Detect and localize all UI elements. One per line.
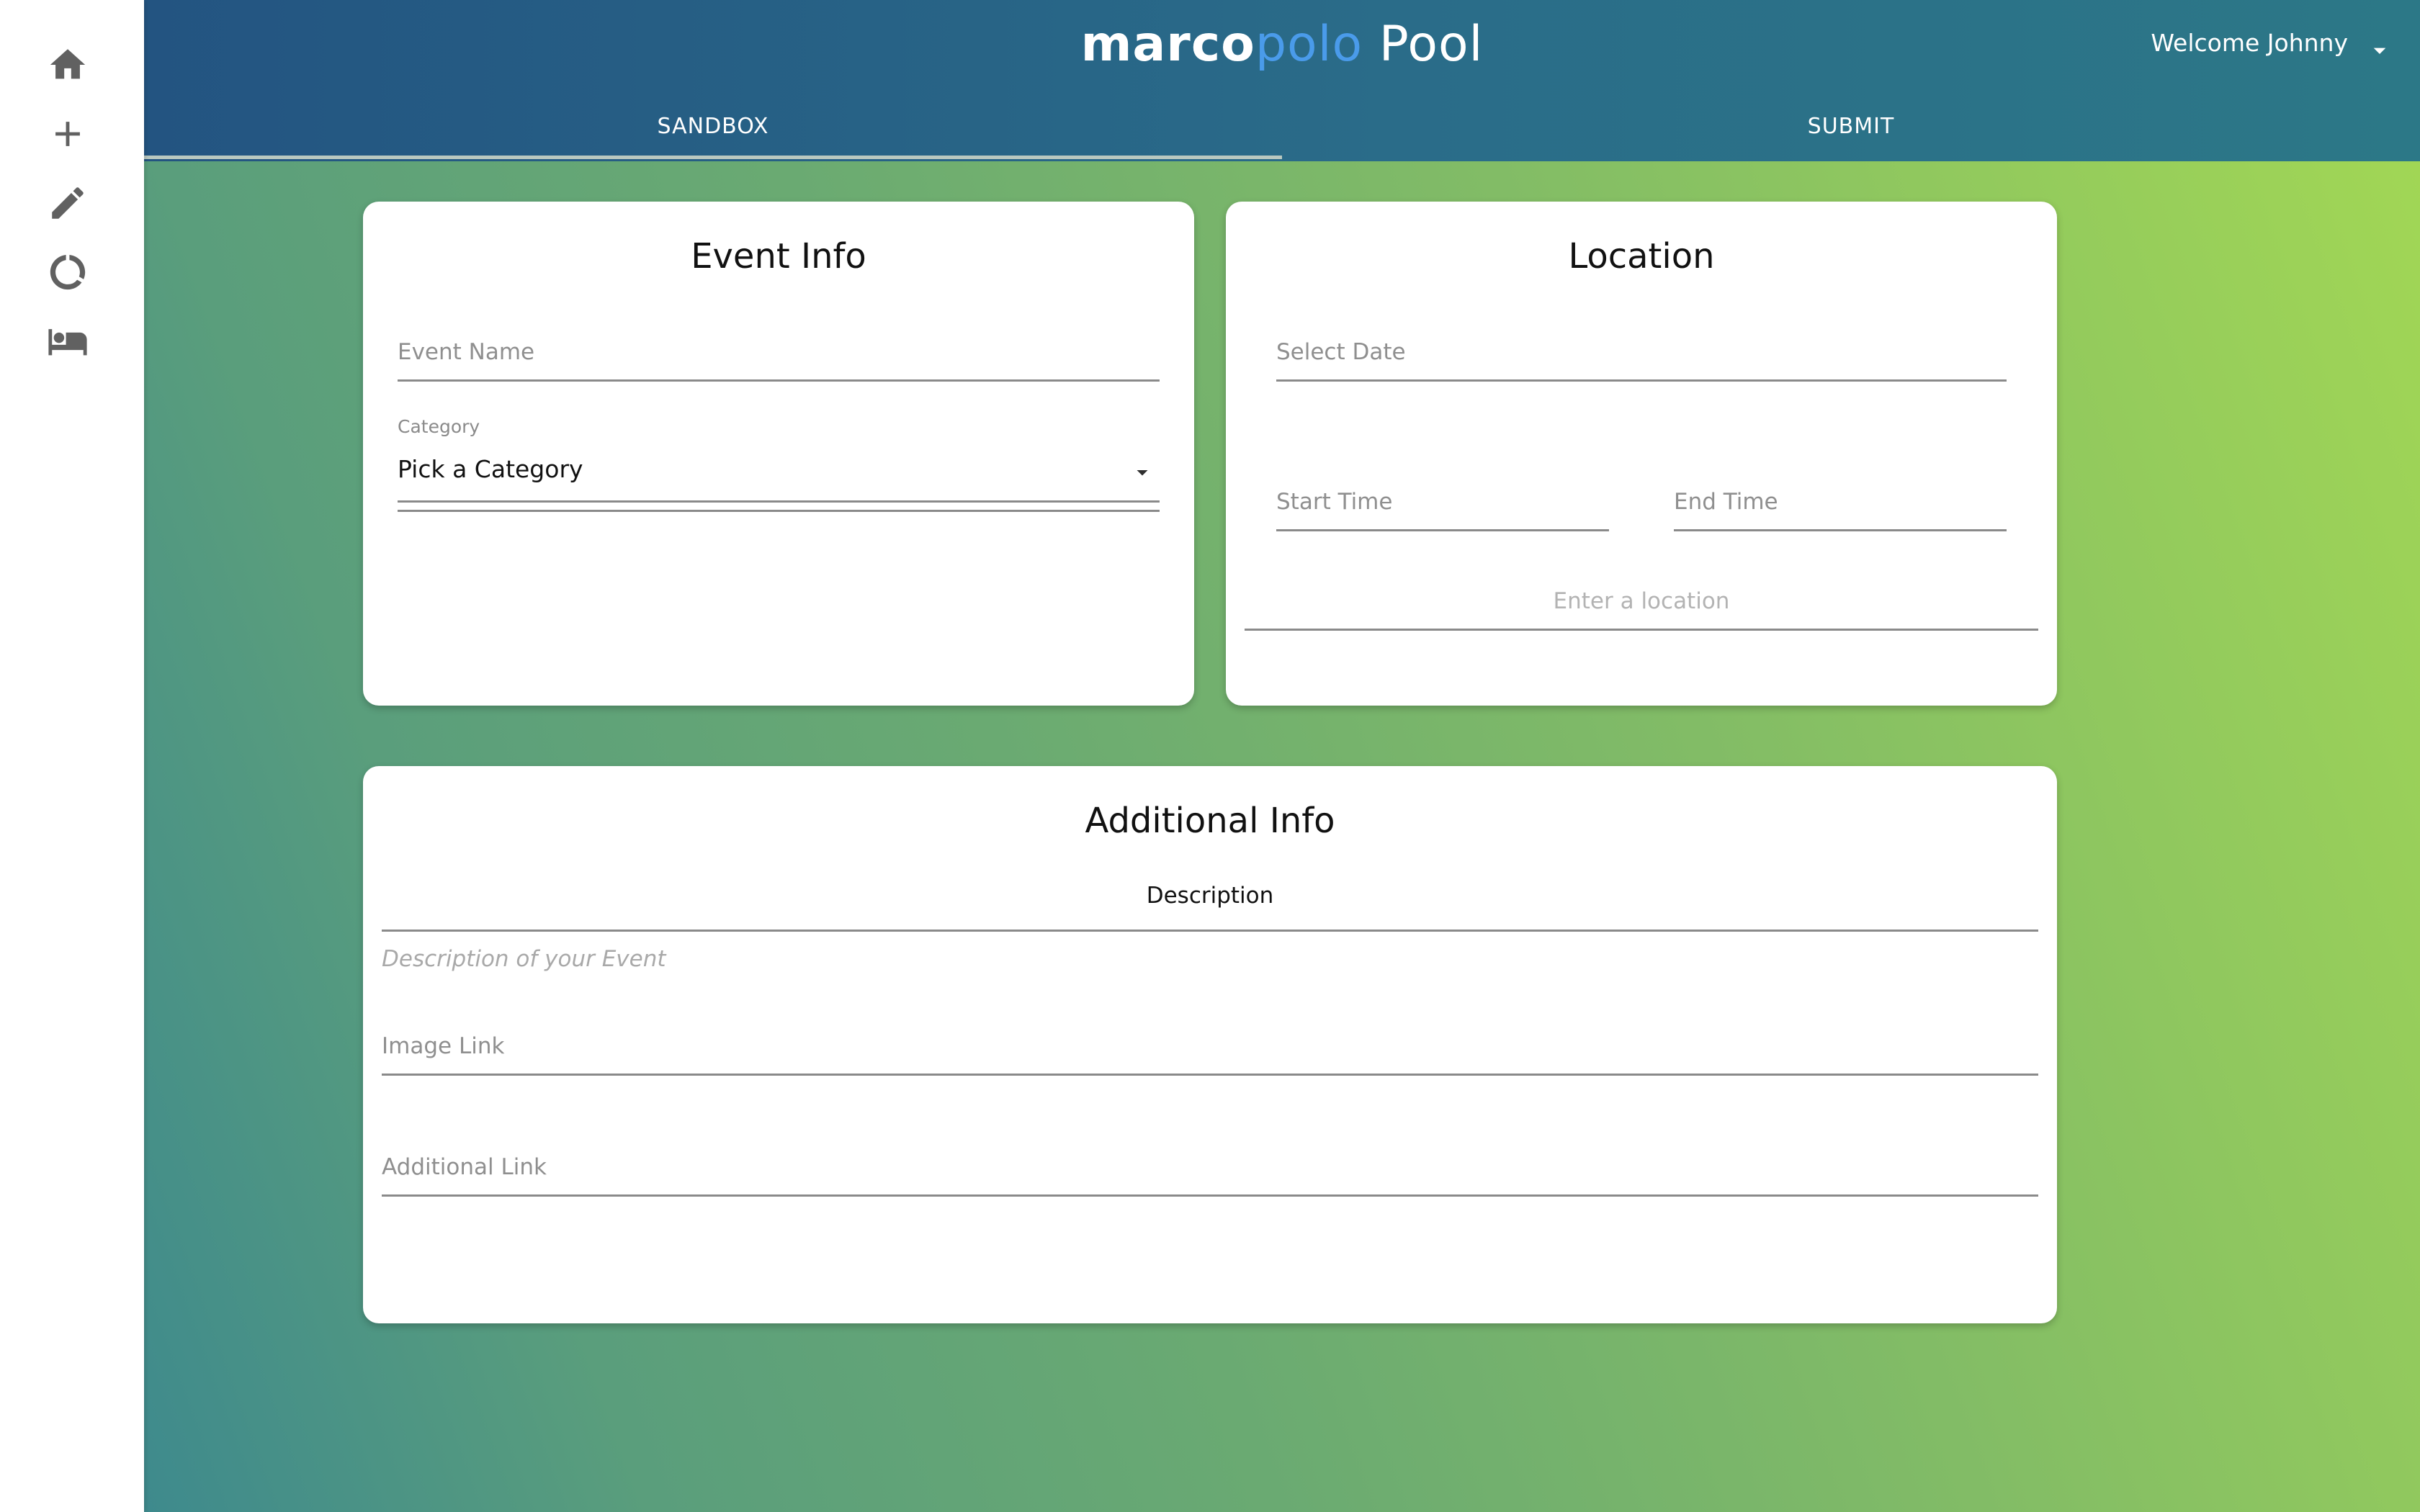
logo-text-pool: Pool (1363, 16, 1484, 73)
sidebar (0, 0, 144, 1512)
location-placeholder: Enter a location (1553, 588, 1730, 614)
end-time-placeholder: End Time (1674, 489, 1778, 515)
description-label: Description (1146, 883, 1274, 909)
dropdown-arrow-icon[interactable] (1129, 459, 1155, 485)
welcome-user-label[interactable]: Welcome Johnny (2151, 29, 2348, 57)
image-link-placeholder: Image Link (382, 1033, 505, 1059)
bed-icon[interactable] (43, 317, 92, 366)
category-selected-value: Pick a Category (398, 455, 583, 483)
start-time-placeholder: Start Time (1276, 489, 1393, 515)
date-placeholder: Select Date (1276, 339, 1406, 365)
location-title: Location (1568, 236, 1715, 276)
event-name-input[interactable]: Event Name (398, 310, 1160, 382)
app-logo: marcopolo Pool (144, 16, 2420, 73)
category-label: Category (398, 416, 480, 437)
start-time-input[interactable]: Start Time (1276, 458, 1609, 531)
date-input[interactable]: Select Date (1276, 310, 2007, 382)
event-info-title: Event Info (691, 236, 866, 276)
active-tab-indicator (144, 156, 1282, 159)
description-textarea[interactable]: Description of your Event (382, 946, 2038, 989)
additional-info-title: Additional Info (1085, 801, 1335, 841)
end-time-input[interactable]: End Time (1674, 458, 2007, 531)
additional-link-placeholder: Additional Link (382, 1154, 547, 1180)
event-name-placeholder: Event Name (398, 339, 535, 365)
top-header: marcopolo Pool Welcome Johnny SANDBOX SU… (144, 0, 2420, 161)
placeholder-spacer (398, 511, 1160, 583)
event-info-card: Event Info Event Name Category Pick a Ca… (363, 202, 1194, 706)
location-card: Location Select Date Start Time End Time… (1226, 202, 2057, 706)
category-select[interactable]: Pick a Category (398, 439, 1160, 503)
logo-text-marco: marco (1080, 16, 1255, 73)
home-icon[interactable] (43, 40, 92, 89)
main-area: marcopolo Pool Welcome Johnny SANDBOX SU… (144, 0, 2420, 1512)
tab-submit[interactable]: SUBMIT (1282, 101, 2420, 161)
logo-text-polo: polo (1255, 16, 1363, 73)
loading-circle-icon[interactable] (43, 248, 92, 297)
description-header: Description (382, 874, 2038, 932)
image-link-input[interactable]: Image Link (382, 1004, 2038, 1076)
pencil-icon[interactable] (43, 179, 92, 228)
additional-info-card: Additional Info Description Description … (363, 766, 2057, 1323)
plus-icon[interactable] (43, 109, 92, 158)
tab-sandbox[interactable]: SANDBOX (144, 101, 1282, 161)
chevron-down-icon[interactable] (2365, 36, 2394, 65)
additional-link-input[interactable]: Additional Link (382, 1125, 2038, 1197)
location-input[interactable]: Enter a location (1245, 569, 2038, 631)
